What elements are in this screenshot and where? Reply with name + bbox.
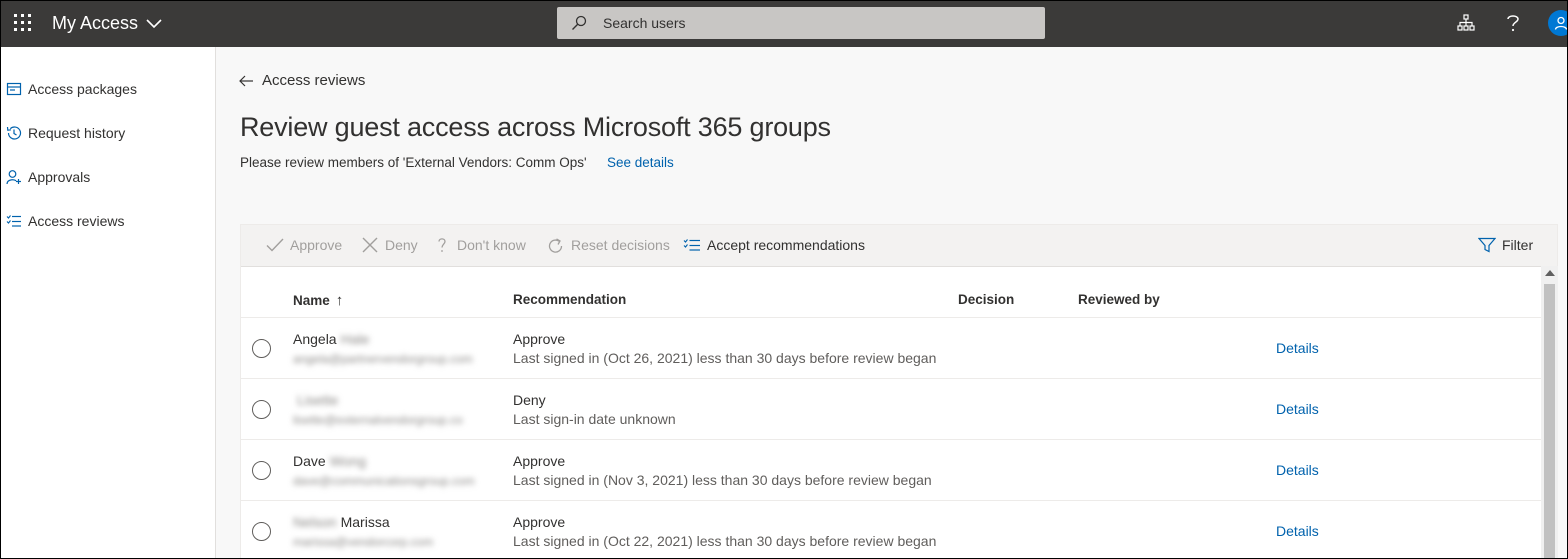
details-link[interactable]: Details: [1276, 340, 1319, 356]
accept-recommendations-button[interactable]: Accept recommendations: [683, 237, 865, 253]
sidebar-item-request-history[interactable]: Request history: [6, 121, 125, 145]
search-input[interactable]: [603, 15, 1003, 31]
recommendation-reason: Last signed in (Oct 22, 2021) less than …: [513, 533, 937, 549]
filter-button[interactable]: Filter: [1478, 237, 1533, 253]
arrow-left-icon: [239, 75, 253, 86]
search-icon: [572, 15, 587, 30]
recommendation-value: Approve: [513, 331, 566, 347]
user-avatar[interactable]: [1548, 10, 1568, 36]
dont-know-button[interactable]: Don't know: [433, 237, 526, 253]
reviewee-first-name: Marissa: [340, 514, 390, 530]
sidebar-item-approvals[interactable]: Approvals: [6, 165, 90, 189]
recommendation-value: Approve: [513, 453, 566, 469]
column-header-recommendation[interactable]: Recommendation: [513, 292, 626, 307]
reviewee-last-name-redacted: Lisette: [297, 392, 339, 408]
sidebar-item-access-reviews[interactable]: Access reviews: [6, 209, 124, 233]
checklist-icon: [6, 215, 21, 227]
column-header-label: Name: [293, 293, 330, 308]
deny-button[interactable]: Deny: [361, 237, 418, 253]
reviewee-name: Lisette: [293, 392, 338, 408]
sidebar-item-label: Access reviews: [28, 213, 125, 229]
row-select-radio[interactable]: [252, 522, 271, 541]
checklist-icon: [683, 239, 700, 251]
details-link[interactable]: Details: [1276, 523, 1319, 539]
recommendation-reason: Last signed in (Nov 3, 2021) less than 3…: [513, 472, 932, 488]
sidebar-item-access-packages[interactable]: Access packages: [6, 77, 137, 101]
reviewee-email-redacted: dave@communicationsgroup.com: [293, 474, 475, 488]
row-select-radio[interactable]: [252, 461, 271, 480]
reviewee-last-name-redacted: Hale: [340, 331, 370, 347]
approve-button[interactable]: Approve: [266, 237, 342, 253]
person-icon: [1554, 16, 1568, 30]
table-row[interactable]: Angela Hale angela@partnervendorgroup.co…: [241, 317, 1541, 378]
recommendation-reason: Last sign-in date unknown: [513, 411, 676, 427]
reviewee-email-redacted: lisette@externalvendorgroup.co: [293, 413, 463, 427]
sidebar-item-label: Request history: [28, 125, 126, 141]
sort-ascending-icon: ↑: [335, 292, 344, 309]
dont-know-label: Don't know: [457, 237, 526, 253]
reviewee-last-name-redacted: Nelson: [293, 514, 337, 530]
top-bar: My Access: [0, 0, 1568, 47]
back-link[interactable]: Access reviews: [239, 72, 365, 89]
filter-label: Filter: [1502, 237, 1534, 253]
row-select-radio[interactable]: [252, 400, 271, 419]
org-chart-icon[interactable]: [1455, 12, 1477, 34]
sidebar: Access packages Request history Approval…: [0, 47, 216, 559]
help-icon[interactable]: [1502, 12, 1524, 34]
reviewee-email-redacted: marissa@vendorcorp.com: [293, 535, 434, 549]
history-icon: [6, 126, 22, 140]
approve-label: Approve: [290, 237, 343, 253]
reviewee-name: Dave Wong: [293, 453, 366, 469]
search-box[interactable]: [557, 7, 1045, 39]
app-launcher-icon[interactable]: [14, 14, 32, 32]
column-header-name[interactable]: Name ↑: [293, 292, 343, 309]
redo-icon: [548, 238, 563, 253]
recommendation-value: Approve: [513, 514, 566, 530]
page-title: Review guest access across Microsoft 365…: [240, 112, 831, 142]
review-panel: Approve Deny Don't know Reset decisions …: [240, 224, 1558, 559]
reset-decisions-label: Reset decisions: [571, 237, 670, 253]
app-title-menu[interactable]: My Access: [52, 13, 162, 34]
app-title: My Access: [52, 13, 139, 33]
see-details-link[interactable]: See details: [607, 155, 674, 170]
reviewee-name: Nelson Marissa: [293, 514, 390, 530]
scroll-up-arrow-icon[interactable]: [1545, 270, 1555, 276]
filter-icon: [1478, 237, 1496, 253]
back-label: Access reviews: [262, 72, 366, 89]
details-link[interactable]: Details: [1276, 401, 1319, 417]
reviewee-name: Angela Hale: [293, 331, 369, 347]
recommendation-reason: Last signed in (Oct 26, 2021) less than …: [513, 350, 937, 366]
reset-decisions-button[interactable]: Reset decisions: [547, 237, 670, 253]
table-row[interactable]: Nelson Marissa marissa@vendorcorp.com Ap…: [241, 500, 1541, 559]
question-icon: [438, 238, 446, 252]
recommendation-value: Deny: [513, 392, 546, 408]
package-icon: [6, 82, 22, 96]
reviewee-email-redacted: angela@partnervendorgroup.com: [293, 352, 473, 366]
column-header-reviewed-by[interactable]: Reviewed by: [1078, 292, 1160, 307]
checkmark-icon: [266, 238, 284, 252]
sidebar-item-label: Access packages: [28, 81, 137, 97]
reviewee-first-name: Angela: [293, 331, 337, 347]
scrollbar-thumb[interactable]: [1544, 284, 1555, 559]
vertical-scrollbar[interactable]: [1541, 266, 1558, 559]
toolbar: Approve Deny Don't know Reset decisions …: [241, 225, 1557, 267]
page-subtitle: Please review members of 'External Vendo…: [240, 155, 587, 170]
table-row[interactable]: Lisette lisette@externalvendorgroup.co D…: [241, 378, 1541, 439]
accept-recommendations-label: Accept recommendations: [707, 237, 865, 253]
row-select-radio[interactable]: [252, 339, 271, 358]
sidebar-item-label: Approvals: [28, 169, 91, 185]
chevron-down-icon: [146, 18, 162, 28]
reviewee-last-name-redacted: Wong: [329, 453, 367, 469]
close-icon: [362, 237, 378, 253]
column-header-decision[interactable]: Decision: [958, 292, 1014, 307]
reviewee-first-name: Dave: [293, 453, 326, 469]
details-link[interactable]: Details: [1276, 462, 1319, 478]
deny-label: Deny: [385, 237, 418, 253]
person-add-icon: [6, 170, 21, 185]
table-row[interactable]: Dave Wong dave@communicationsgroup.com A…: [241, 439, 1541, 500]
